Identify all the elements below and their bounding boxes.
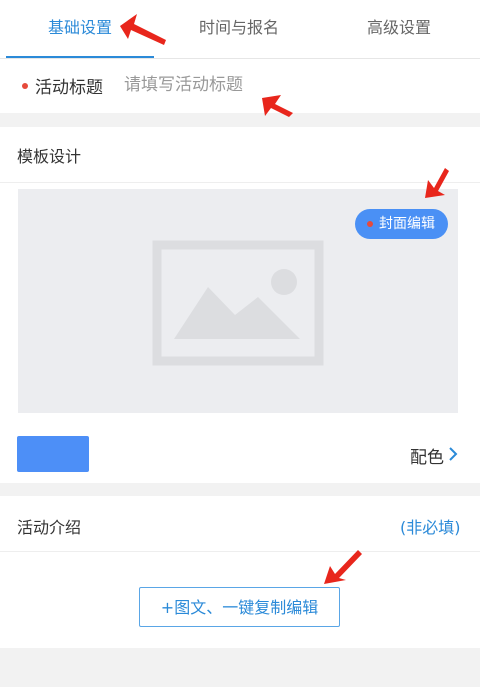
cover-red-dot-icon — [367, 221, 373, 227]
add-content-button[interactable]: +图文、一键复制编辑 — [139, 587, 340, 627]
activity-intro-title: 活动介绍 — [17, 518, 82, 537]
activity-intro-section: 活动介绍 (非必填) +图文、一键复制编辑 — [0, 496, 480, 648]
tab-advanced-settings[interactable]: 高级设置 — [324, 0, 474, 58]
color-scheme-link[interactable]: 配色 — [410, 443, 444, 468]
tab-bar: 基础设置 时间与报名 高级设置 — [0, 0, 480, 59]
required-dot-icon — [22, 83, 28, 89]
tab-basic-settings[interactable]: 基础设置 — [6, 0, 154, 58]
template-design-section: 模板设计 封面编辑 配色 — [0, 127, 480, 483]
cover-edit-button[interactable]: 封面编辑 — [355, 209, 448, 239]
cover-edit-label: 封面编辑 — [379, 216, 435, 232]
active-tab-indicator — [6, 56, 154, 58]
tab-time-registration[interactable]: 时间与报名 — [164, 0, 314, 58]
divider — [0, 551, 480, 552]
activity-title-row: 活动标题 — [0, 59, 480, 113]
chevron-right-icon[interactable] — [446, 445, 460, 463]
template-design-title: 模板设计 — [17, 147, 82, 166]
optional-label: (非必填) — [400, 518, 461, 537]
activity-title-input[interactable] — [124, 69, 454, 101]
activity-title-label: 活动标题 — [35, 78, 103, 98]
color-swatch[interactable] — [17, 436, 89, 472]
divider — [0, 182, 480, 183]
